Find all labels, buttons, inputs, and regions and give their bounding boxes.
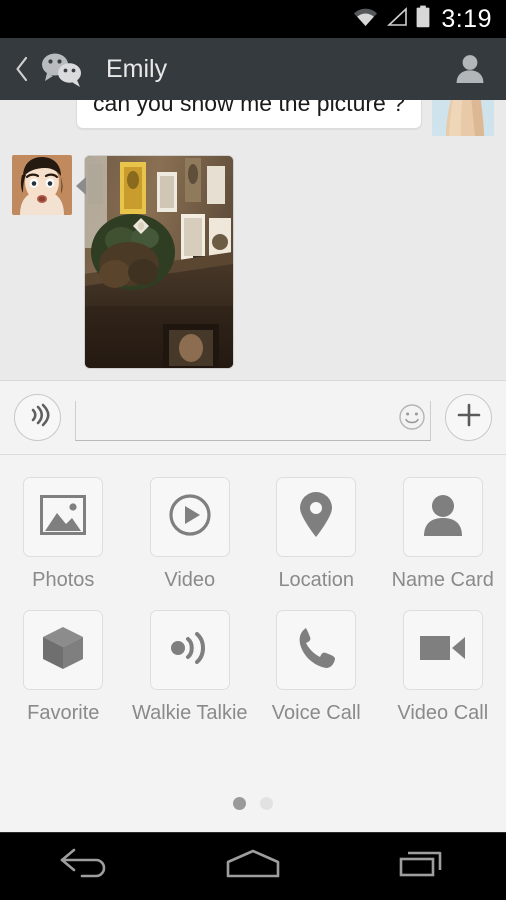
avatar[interactable]	[432, 100, 494, 136]
person-icon	[422, 493, 464, 542]
message-input-bar	[0, 380, 506, 455]
status-time: 3:19	[441, 4, 492, 33]
phone-icon	[295, 626, 337, 675]
bubble-tail	[76, 177, 86, 195]
contact-profile-button[interactable]	[450, 52, 490, 86]
plus-icon	[455, 401, 483, 434]
message-incoming: can you show me the picture ?	[0, 100, 506, 136]
attach-item-voice-call[interactable]: Voice Call	[253, 610, 380, 725]
status-icon-group	[352, 5, 431, 33]
attach-item-location[interactable]: Location	[253, 477, 380, 592]
wifi-icon	[352, 7, 379, 32]
nav-recents-button[interactable]	[377, 842, 467, 892]
attach-item-video[interactable]: Video	[127, 477, 254, 592]
message-input-wrap	[75, 395, 431, 441]
attach-tile	[276, 477, 357, 557]
attach-tile	[402, 477, 483, 557]
android-nav-bar	[0, 832, 506, 900]
attachment-grid: Photos Video Location Name Card Favorite…	[0, 477, 506, 725]
attach-item-favorite[interactable]: Favorite	[0, 610, 127, 725]
attach-tile	[23, 477, 104, 557]
chat-message-list[interactable]: can you show me the picture ?	[0, 100, 506, 380]
attach-tile	[23, 610, 104, 690]
page-title: Emily	[106, 54, 168, 83]
page-dot-2[interactable]	[260, 797, 273, 810]
attach-label: Video Call	[397, 702, 489, 724]
battery-icon	[415, 5, 431, 33]
attachment-panel: Photos Video Location Name Card Favorite…	[0, 455, 506, 832]
attach-tile	[402, 610, 483, 690]
message-bubble-text[interactable]: can you show me the picture ?	[76, 100, 422, 129]
attach-label: Voice Call	[271, 702, 361, 724]
back-button[interactable]	[10, 55, 34, 83]
attach-item-photos[interactable]: Photos	[0, 477, 127, 592]
page-indicator	[0, 797, 506, 810]
phone-screen: 3:19 Emily can you show me the picture ?…	[0, 0, 506, 900]
attach-item-video-call[interactable]: Video Call	[380, 610, 506, 725]
attach-label: Favorite	[27, 702, 100, 724]
attach-label: Photos	[32, 569, 95, 591]
status-bar: 3:19	[0, 0, 506, 38]
message-bubble-image[interactable]	[84, 155, 234, 369]
nav-back-button[interactable]	[39, 842, 129, 892]
message-outgoing	[0, 155, 234, 369]
attach-tile	[149, 610, 230, 690]
sound-wave-icon	[167, 628, 213, 673]
smiley-face-icon[interactable]	[397, 402, 427, 432]
voice-wave-icon	[25, 402, 51, 433]
cellular-signal-icon	[386, 6, 408, 32]
attach-item-walkie-talkie[interactable]: Walkie Talkie	[127, 610, 254, 725]
app-header: Emily	[0, 38, 506, 100]
video-camera-icon	[419, 632, 467, 669]
attach-label: Walkie Talkie	[131, 702, 248, 724]
attach-label: Location	[278, 569, 355, 591]
avatar[interactable]	[12, 155, 72, 215]
nav-home-button[interactable]	[208, 842, 298, 892]
attach-item-name-card[interactable]: Name Card	[380, 477, 506, 592]
back-arrow-icon	[56, 848, 112, 885]
attachment-toggle-button[interactable]	[445, 394, 492, 441]
home-icon	[224, 848, 282, 885]
wechat-logo-icon	[38, 50, 88, 88]
map-pin-icon	[298, 491, 334, 543]
voice-record-button[interactable]	[14, 394, 61, 441]
play-circle-icon	[168, 493, 212, 542]
photo-bubble-wrap	[76, 155, 234, 369]
attach-tile	[149, 477, 230, 557]
attach-label: Name Card	[391, 569, 494, 591]
attach-tile	[276, 610, 357, 690]
recents-icon	[396, 848, 448, 885]
attach-label: Video	[164, 569, 216, 591]
image-icon	[40, 494, 87, 540]
cube-icon	[41, 625, 85, 676]
message-input[interactable]	[75, 400, 431, 441]
page-dot-1[interactable]	[233, 797, 246, 810]
